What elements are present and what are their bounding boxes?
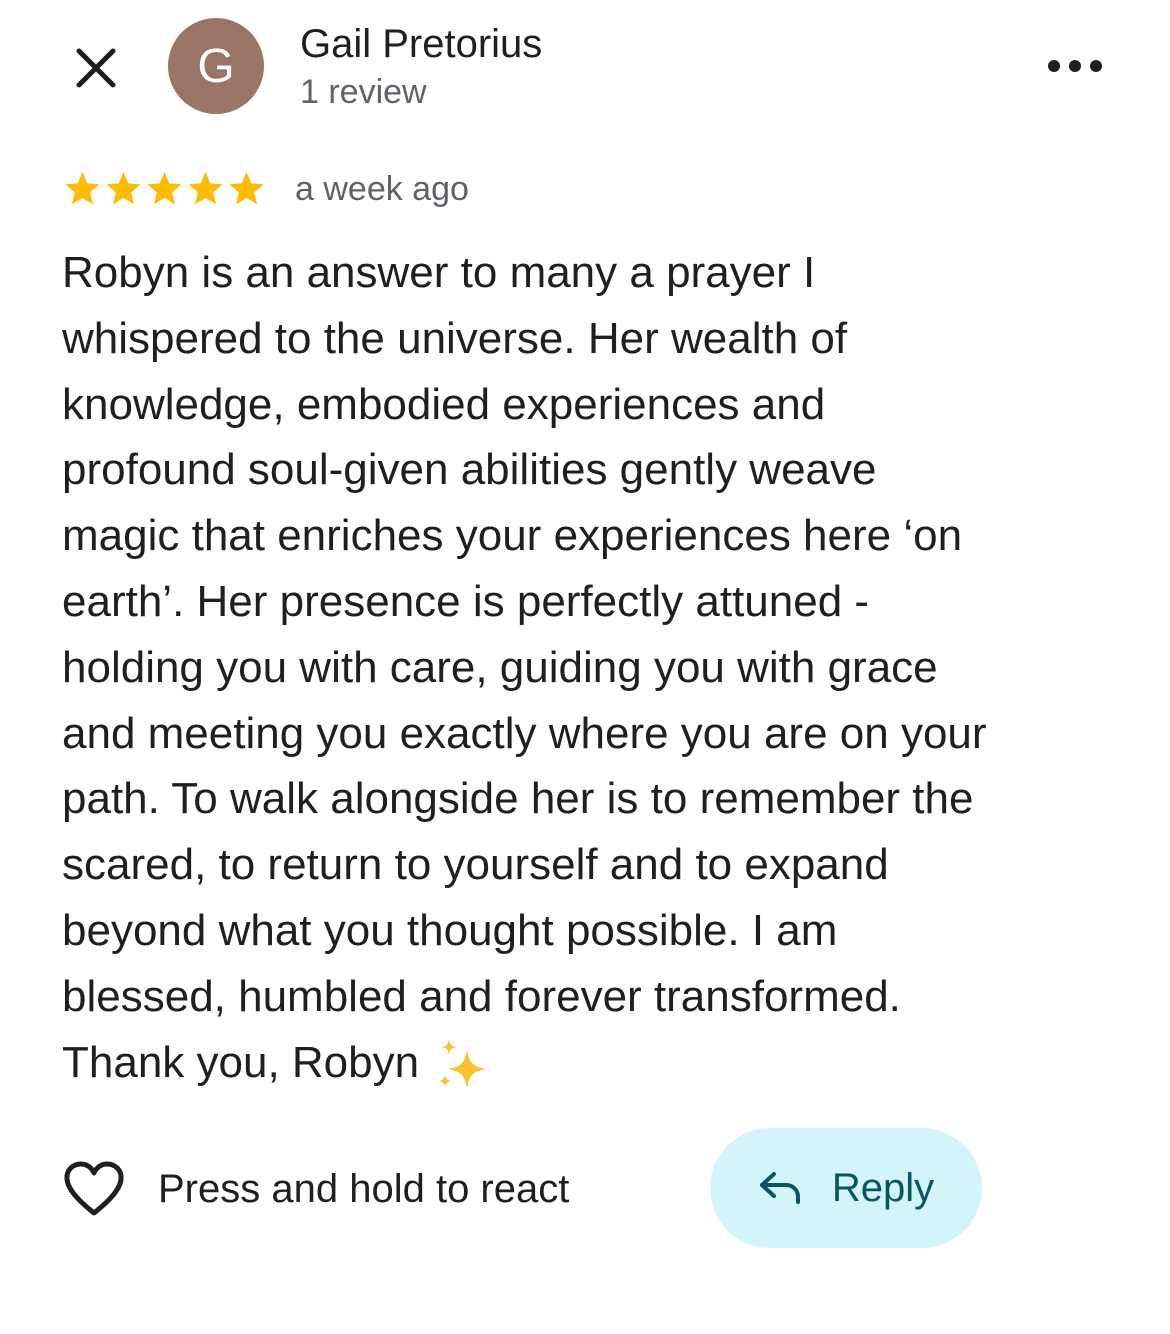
avatar-initial: G (197, 39, 235, 93)
star-icon (147, 172, 182, 205)
close-button[interactable] (66, 38, 126, 98)
avatar[interactable]: G (168, 18, 264, 114)
reply-button[interactable]: Reply (710, 1128, 982, 1248)
star-rating (62, 169, 267, 209)
reply-label: Reply (831, 1165, 935, 1210)
more-horizontal-icon (1048, 60, 1102, 72)
star-icon (106, 172, 141, 205)
sparkles-emoji (439, 1038, 488, 1089)
reply-arrow-icon (759, 1172, 800, 1204)
review-time: a week ago (295, 169, 469, 208)
review-body: Robyn is an answer to many a prayer I wh… (62, 248, 987, 1087)
star-icon (188, 172, 223, 205)
reviewer-name[interactable]: Gail Pretorius (300, 20, 542, 68)
rating-row: a week ago (62, 164, 469, 214)
heart-outline-icon (64, 1161, 124, 1216)
more-options-button[interactable] (1040, 44, 1110, 88)
react-label: Press and hold to react (158, 1166, 570, 1211)
react-button[interactable]: Press and hold to react (62, 1156, 569, 1222)
star-icon (229, 172, 264, 205)
star-icon (65, 172, 100, 205)
close-icon (76, 48, 116, 88)
review-count: 1 review (300, 73, 427, 111)
review-text: Robyn is an answer to many a prayer I wh… (62, 240, 1122, 1095)
